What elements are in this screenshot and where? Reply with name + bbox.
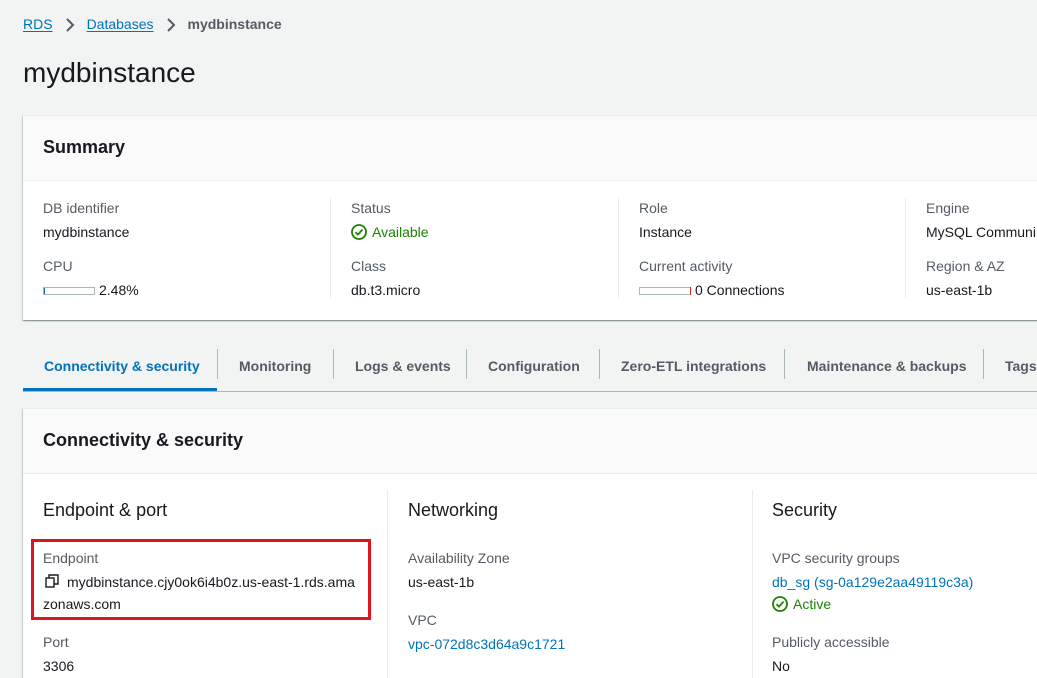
status-text: Available: [372, 224, 429, 240]
summary-panel: Summary DB identifier mydbinstance CPU 2…: [23, 115, 1037, 320]
cpu-progress-fill: [44, 288, 45, 295]
security-heading: Security: [772, 500, 838, 520]
status-label: Status: [351, 200, 391, 216]
summary-header: Summary: [23, 116, 1037, 181]
availability-zone-label: Availability Zone: [408, 550, 510, 566]
engine-label: Engine: [926, 200, 970, 216]
tab-logs-events[interactable]: Logs & events: [355, 340, 451, 391]
tab-connectivity-security[interactable]: Connectivity & security: [44, 340, 200, 391]
networking-heading: Networking: [408, 500, 499, 520]
tab-divider: [333, 349, 334, 379]
db-identifier-label: DB identifier: [43, 200, 120, 216]
class-label: Class: [351, 258, 387, 274]
publicly-accessible-value: No: [772, 658, 790, 674]
tab-divider: [784, 349, 785, 379]
security-group-link[interactable]: db_sg (sg-0a129e2aa49119c3a): [772, 573, 973, 591]
detail-tabs: Connectivity & security Monitoring Logs …: [23, 340, 1037, 392]
breadcrumb-rds-link[interactable]: RDS: [23, 16, 53, 32]
security-group-status-text: Active: [793, 596, 832, 612]
cpu-percentage: 2.48%: [99, 282, 139, 298]
connections-progress-bar: [639, 287, 691, 296]
connections-count: 0 Connections: [695, 282, 785, 298]
security-group-status: Active: [772, 595, 831, 613]
tab-configuration[interactable]: Configuration: [488, 340, 580, 391]
vpc-label: VPC: [408, 612, 437, 628]
column-divider: [387, 490, 388, 678]
cpu-label: CPU: [43, 258, 73, 274]
tab-maintenance-backups[interactable]: Maintenance & backups: [807, 340, 967, 391]
region-az-value: us-east-1b: [926, 282, 993, 298]
column-divider: [905, 198, 906, 298]
tab-zero-etl[interactable]: Zero-ETL integrations: [621, 340, 766, 391]
tab-divider: [466, 349, 467, 379]
column-divider: [330, 198, 331, 298]
cpu-progress-bar: [43, 287, 95, 296]
chevron-right-icon: [154, 16, 188, 32]
breadcrumb-current: mydbinstance: [187, 16, 282, 32]
role-value: Instance: [639, 224, 692, 240]
connectivity-header: Connectivity & security: [23, 409, 1037, 474]
breadcrumb-databases-link[interactable]: Databases: [87, 16, 154, 32]
chevron-right-icon: [53, 16, 87, 32]
current-activity-value: 0 Connections: [639, 281, 785, 299]
publicly-accessible-label: Publicly accessible: [772, 634, 890, 650]
class-value: db.t3.micro: [351, 282, 421, 298]
breadcrumb: RDS Databases mydbinstance: [23, 14, 282, 34]
db-identifier-value: mydbinstance: [43, 224, 130, 240]
vpc-link[interactable]: vpc-072d8c3d64a9c1721: [408, 635, 565, 653]
endpoint-port-heading: Endpoint & port: [43, 500, 168, 520]
vpc-security-groups-label: VPC security groups: [772, 550, 900, 566]
tab-divider: [983, 349, 984, 379]
tab-tags[interactable]: Tags: [1005, 340, 1037, 391]
tab-divider: [217, 349, 218, 379]
connectivity-title: Connectivity & security: [43, 430, 244, 450]
column-divider: [618, 198, 619, 298]
connections-max-marker: [690, 287, 691, 296]
check-circle-icon: [772, 596, 788, 612]
current-activity-label: Current activity: [639, 258, 733, 274]
check-circle-icon: [351, 224, 367, 240]
endpoint-highlight-box: [31, 539, 371, 620]
availability-zone-value: us-east-1b: [408, 574, 475, 590]
column-divider: [752, 490, 753, 678]
engine-value: MySQL Communi: [926, 224, 1036, 240]
status-value: Available: [351, 223, 429, 241]
tab-divider: [599, 349, 600, 379]
tab-monitoring[interactable]: Monitoring: [239, 340, 311, 391]
region-az-label: Region & AZ: [926, 258, 1005, 274]
role-label: Role: [639, 200, 668, 216]
summary-title: Summary: [43, 137, 126, 157]
page-title: mydbinstance: [23, 57, 196, 88]
port-value: 3306: [43, 658, 75, 674]
active-tab-indicator: [23, 388, 217, 391]
cpu-value: 2.48%: [43, 281, 139, 299]
port-label: Port: [43, 634, 69, 650]
